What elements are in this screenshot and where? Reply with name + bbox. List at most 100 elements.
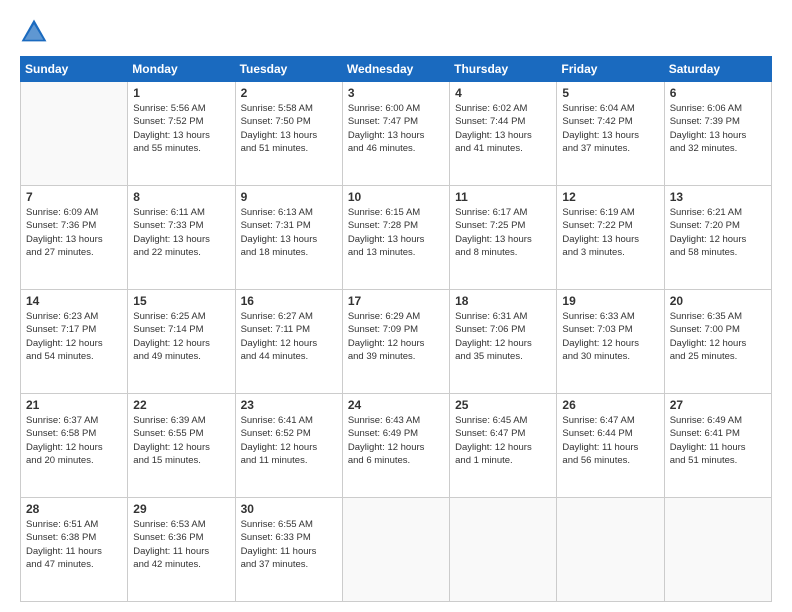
calendar-cell: 15 Sunrise: 6:25 AM Sunset: 7:14 PM Dayli… <box>128 290 235 394</box>
calendar-cell: 28Sunrise: 6:51 AM Sunset: 6:38 PM Dayli… <box>21 498 128 602</box>
calendar-week-row: 14 Sunrise: 6:23 AM Sunset: 7:17 PM Dayli… <box>21 290 772 394</box>
calendar-cell: 19 Sunrise: 6:33 AM Sunset: 7:03 PM Dayli… <box>557 290 664 394</box>
day-info: Sunrise: 6:31 AM Sunset: 7:06 PM Dayligh… <box>455 310 551 363</box>
day-number: 19 <box>562 294 658 308</box>
weekday-friday: Friday <box>557 57 664 82</box>
day-info: Sunrise: 6:43 AM Sunset: 6:49 PM Dayligh… <box>348 414 444 467</box>
calendar-cell: 2 Sunrise: 5:58 AM Sunset: 7:50 PM Daylig… <box>235 82 342 186</box>
day-number: 3 <box>348 86 444 100</box>
day-info: Sunrise: 6:41 AM Sunset: 6:52 PM Dayligh… <box>241 414 337 467</box>
calendar-week-row: 1 Sunrise: 5:56 AM Sunset: 7:52 PM Daylig… <box>21 82 772 186</box>
calendar-cell: 10Sunrise: 6:15 AM Sunset: 7:28 PM Dayli… <box>342 186 449 290</box>
calendar-cell: 6 Sunrise: 6:06 AM Sunset: 7:39 PM Daylig… <box>664 82 771 186</box>
day-number: 21 <box>26 398 122 412</box>
weekday-wednesday: Wednesday <box>342 57 449 82</box>
weekday-monday: Monday <box>128 57 235 82</box>
day-info: Sunrise: 6:39 AM Sunset: 6:55 PM Dayligh… <box>133 414 229 467</box>
calendar-cell: 29 Sunrise: 6:53 AM Sunset: 6:36 PM Dayli… <box>128 498 235 602</box>
day-number: 23 <box>241 398 337 412</box>
calendar-week-row: 21 Sunrise: 6:37 AM Sunset: 6:58 PM Dayli… <box>21 394 772 498</box>
day-number: 30 <box>241 502 337 516</box>
header <box>20 18 772 46</box>
day-info: Sunrise: 6:29 AM Sunset: 7:09 PM Dayligh… <box>348 310 444 363</box>
logo-icon <box>20 18 48 46</box>
day-info: Sunrise: 6:04 AM Sunset: 7:42 PM Dayligh… <box>562 102 658 155</box>
calendar-cell: 21 Sunrise: 6:37 AM Sunset: 6:58 PM Dayli… <box>21 394 128 498</box>
day-info: Sunrise: 6:33 AM Sunset: 7:03 PM Dayligh… <box>562 310 658 363</box>
day-number: 26 <box>562 398 658 412</box>
day-info: Sunrise: 6:37 AM Sunset: 6:58 PM Dayligh… <box>26 414 122 467</box>
calendar-header: SundayMondayTuesdayWednesdayThursdayFrid… <box>21 57 772 82</box>
day-info: Sunrise: 6:13 AM Sunset: 7:31 PM Dayligh… <box>241 206 337 259</box>
weekday-thursday: Thursday <box>450 57 557 82</box>
day-info: Sunrise: 6:55 AM Sunset: 6:33 PM Dayligh… <box>241 518 337 571</box>
day-info: Sunrise: 6:21 AM Sunset: 7:20 PM Dayligh… <box>670 206 766 259</box>
day-info: Sunrise: 6:53 AM Sunset: 6:36 PM Dayligh… <box>133 518 229 571</box>
calendar-cell <box>342 498 449 602</box>
calendar-cell: 12 Sunrise: 6:19 AM Sunset: 7:22 PM Dayli… <box>557 186 664 290</box>
day-info: Sunrise: 5:56 AM Sunset: 7:52 PM Dayligh… <box>133 102 229 155</box>
calendar-week-row: 7Sunrise: 6:09 AM Sunset: 7:36 PM Daylig… <box>21 186 772 290</box>
day-info: Sunrise: 6:23 AM Sunset: 7:17 PM Dayligh… <box>26 310 122 363</box>
calendar-cell: 27 Sunrise: 6:49 AM Sunset: 6:41 PM Dayli… <box>664 394 771 498</box>
calendar-cell <box>21 82 128 186</box>
weekday-header-row: SundayMondayTuesdayWednesdayThursdayFrid… <box>21 57 772 82</box>
calendar-cell: 13Sunrise: 6:21 AM Sunset: 7:20 PM Dayli… <box>664 186 771 290</box>
calendar-cell: 25Sunrise: 6:45 AM Sunset: 6:47 PM Dayli… <box>450 394 557 498</box>
weekday-tuesday: Tuesday <box>235 57 342 82</box>
day-number: 14 <box>26 294 122 308</box>
calendar-cell: 3 Sunrise: 6:00 AM Sunset: 7:47 PM Daylig… <box>342 82 449 186</box>
day-number: 18 <box>455 294 551 308</box>
calendar-cell: 17 Sunrise: 6:29 AM Sunset: 7:09 PM Dayli… <box>342 290 449 394</box>
day-info: Sunrise: 6:17 AM Sunset: 7:25 PM Dayligh… <box>455 206 551 259</box>
page: SundayMondayTuesdayWednesdayThursdayFrid… <box>0 0 792 612</box>
calendar-cell: 8 Sunrise: 6:11 AM Sunset: 7:33 PM Daylig… <box>128 186 235 290</box>
calendar-week-row: 28Sunrise: 6:51 AM Sunset: 6:38 PM Dayli… <box>21 498 772 602</box>
weekday-sunday: Sunday <box>21 57 128 82</box>
day-info: Sunrise: 6:35 AM Sunset: 7:00 PM Dayligh… <box>670 310 766 363</box>
calendar-cell: 16 Sunrise: 6:27 AM Sunset: 7:11 PM Dayli… <box>235 290 342 394</box>
day-number: 16 <box>241 294 337 308</box>
day-number: 20 <box>670 294 766 308</box>
day-number: 5 <box>562 86 658 100</box>
day-number: 15 <box>133 294 229 308</box>
day-info: Sunrise: 6:15 AM Sunset: 7:28 PM Dayligh… <box>348 206 444 259</box>
day-info: Sunrise: 6:47 AM Sunset: 6:44 PM Dayligh… <box>562 414 658 467</box>
calendar-cell <box>664 498 771 602</box>
calendar-cell: 11Sunrise: 6:17 AM Sunset: 7:25 PM Dayli… <box>450 186 557 290</box>
day-info: Sunrise: 6:00 AM Sunset: 7:47 PM Dayligh… <box>348 102 444 155</box>
day-info: Sunrise: 5:58 AM Sunset: 7:50 PM Dayligh… <box>241 102 337 155</box>
day-info: Sunrise: 6:02 AM Sunset: 7:44 PM Dayligh… <box>455 102 551 155</box>
day-number: 29 <box>133 502 229 516</box>
day-info: Sunrise: 6:06 AM Sunset: 7:39 PM Dayligh… <box>670 102 766 155</box>
calendar-cell: 26 Sunrise: 6:47 AM Sunset: 6:44 PM Dayli… <box>557 394 664 498</box>
day-number: 27 <box>670 398 766 412</box>
day-number: 8 <box>133 190 229 204</box>
calendar-cell: 7Sunrise: 6:09 AM Sunset: 7:36 PM Daylig… <box>21 186 128 290</box>
logo <box>20 18 52 46</box>
day-number: 1 <box>133 86 229 100</box>
day-info: Sunrise: 6:49 AM Sunset: 6:41 PM Dayligh… <box>670 414 766 467</box>
calendar-cell: 18 Sunrise: 6:31 AM Sunset: 7:06 PM Dayli… <box>450 290 557 394</box>
calendar-cell: 22 Sunrise: 6:39 AM Sunset: 6:55 PM Dayli… <box>128 394 235 498</box>
weekday-saturday: Saturday <box>664 57 771 82</box>
day-number: 24 <box>348 398 444 412</box>
day-number: 7 <box>26 190 122 204</box>
calendar-cell: 5 Sunrise: 6:04 AM Sunset: 7:42 PM Daylig… <box>557 82 664 186</box>
day-number: 12 <box>562 190 658 204</box>
day-info: Sunrise: 6:25 AM Sunset: 7:14 PM Dayligh… <box>133 310 229 363</box>
day-number: 22 <box>133 398 229 412</box>
calendar-cell: 9 Sunrise: 6:13 AM Sunset: 7:31 PM Daylig… <box>235 186 342 290</box>
day-info: Sunrise: 6:27 AM Sunset: 7:11 PM Dayligh… <box>241 310 337 363</box>
day-number: 9 <box>241 190 337 204</box>
day-number: 17 <box>348 294 444 308</box>
day-info: Sunrise: 6:45 AM Sunset: 6:47 PM Dayligh… <box>455 414 551 467</box>
day-number: 2 <box>241 86 337 100</box>
calendar-body: 1 Sunrise: 5:56 AM Sunset: 7:52 PM Daylig… <box>21 82 772 602</box>
day-info: Sunrise: 6:11 AM Sunset: 7:33 PM Dayligh… <box>133 206 229 259</box>
calendar-cell: 14 Sunrise: 6:23 AM Sunset: 7:17 PM Dayli… <box>21 290 128 394</box>
day-number: 6 <box>670 86 766 100</box>
day-info: Sunrise: 6:51 AM Sunset: 6:38 PM Dayligh… <box>26 518 122 571</box>
calendar-cell: 4Sunrise: 6:02 AM Sunset: 7:44 PM Daylig… <box>450 82 557 186</box>
day-info: Sunrise: 6:19 AM Sunset: 7:22 PM Dayligh… <box>562 206 658 259</box>
